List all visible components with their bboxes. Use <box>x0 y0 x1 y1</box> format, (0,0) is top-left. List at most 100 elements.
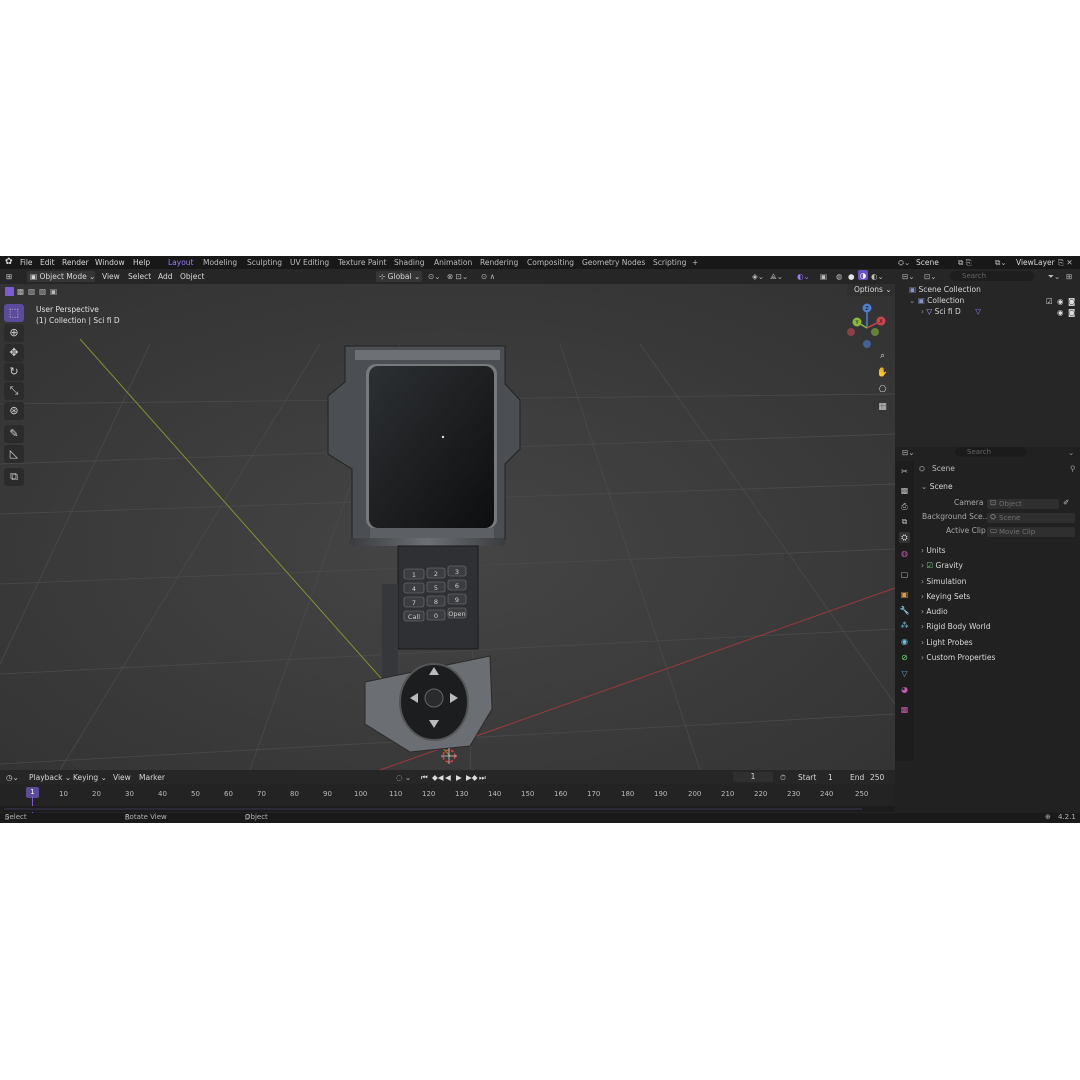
menu-file[interactable]: File <box>20 258 33 267</box>
transform-tool[interactable]: ⊛ <box>4 402 24 420</box>
gizmo-toggle-icon[interactable]: ⟁⌄ <box>770 271 783 282</box>
menu-window[interactable]: Window <box>95 258 125 267</box>
viewlayer-icon[interactable]: ⧉⌄ <box>995 257 1007 268</box>
constraints-tab-icon[interactable]: ⊘ <box>899 652 910 663</box>
tab-geometry-nodes[interactable]: Geometry Nodes <box>582 258 645 267</box>
collection-visibility-icon[interactable]: ◉ <box>1057 296 1064 307</box>
viewlayer-selector[interactable]: ViewLayer <box>1016 257 1055 268</box>
pin-icon[interactable]: ⚲ <box>1070 463 1076 474</box>
perspective-grid-icon[interactable]: ▦ <box>876 401 889 414</box>
navigation-gizmo[interactable]: Z Y X <box>843 302 891 350</box>
panel-light-probes[interactable]: › Light Probes <box>921 638 973 647</box>
annotate-tool[interactable]: ✎ <box>4 425 24 443</box>
xray-icon[interactable]: ▣ <box>820 271 827 282</box>
header-menu-select[interactable]: Select <box>128 271 151 282</box>
timeline-track[interactable] <box>0 806 895 812</box>
panel-keying-sets[interactable]: › Keying Sets <box>921 592 970 601</box>
scene-pin-icon[interactable]: ⧉ ⎘ <box>958 257 972 268</box>
timeline-menu-marker[interactable]: Marker <box>139 772 165 783</box>
tab-animation[interactable]: Animation <box>434 258 472 267</box>
expand-arrow-icon[interactable]: ⌄ <box>909 296 915 305</box>
solid-shading-icon[interactable]: ● <box>848 271 855 282</box>
zoom-icon[interactable]: ⌕ <box>876 350 889 363</box>
panel-audio[interactable]: › Audio <box>921 607 948 616</box>
orientation-dropdown[interactable]: ⊹ Global ⌄ <box>376 271 422 282</box>
header-menu-add[interactable]: Add <box>158 271 173 282</box>
panel-units[interactable]: › Units <box>921 546 946 555</box>
properties-editor-icon[interactable]: ⊟⌄ <box>902 447 915 458</box>
select-invert-icon[interactable]: ▨ <box>39 287 46 296</box>
jump-keyframe-forward-icon[interactable]: ▶◆ <box>466 772 478 783</box>
collection-render-icon[interactable]: ◙ <box>1068 296 1075 307</box>
active-clip-field[interactable]: Movie Clip <box>987 527 1075 537</box>
modifier-tab-icon[interactable]: 🔧 <box>899 605 910 616</box>
panel-simulation[interactable]: › Simulation <box>921 577 966 586</box>
select-intersect-icon[interactable]: ▣ <box>50 287 57 296</box>
background-scene-field[interactable]: Scene <box>987 513 1075 523</box>
play-icon[interactable]: ▶ <box>456 772 462 783</box>
tab-compositing[interactable]: Compositing <box>527 258 574 267</box>
particles-tab-icon[interactable]: ⁂ <box>899 620 910 631</box>
scene-selector[interactable]: Scene <box>916 257 939 268</box>
camera-field[interactable]: Object <box>987 499 1059 509</box>
menu-render[interactable]: Render <box>62 258 89 267</box>
object-tab-icon[interactable]: ▣ <box>899 589 910 600</box>
properties-search-input[interactable]: Search <box>955 447 1027 457</box>
select-box-tool[interactable]: ⬚ <box>4 304 24 322</box>
pivot-icon[interactable]: ⊙⌄ <box>428 271 441 282</box>
header-menu-view[interactable]: View <box>102 271 120 282</box>
camera-view-icon[interactable]: ⎔ <box>876 384 889 397</box>
wireframe-shading-icon[interactable]: ◍ <box>836 271 843 282</box>
timeline-editor-type-icon[interactable]: ◷⌄ <box>6 772 19 783</box>
jump-start-icon[interactable]: ⏮ <box>421 772 428 783</box>
outliner-search-input[interactable]: Search <box>950 271 1034 281</box>
panel-gravity[interactable]: › ☑ Gravity <box>921 561 963 570</box>
physics-tab-icon[interactable]: ◉ <box>899 636 910 647</box>
blender-logo-icon[interactable]: ✿ <box>5 257 13 267</box>
timeline-menu-playback[interactable]: Playback ⌄ <box>29 772 71 783</box>
visibility-icon[interactable]: ◈⌄ <box>752 271 764 282</box>
scene-icon[interactable]: ⛭⌄ <box>898 257 910 268</box>
rendered-shading-icon[interactable]: ◐⌄ <box>871 271 884 282</box>
options-dropdown[interactable]: Options ⌄ <box>847 284 895 296</box>
jump-end-icon[interactable]: ⏭ <box>479 772 486 783</box>
timeline-menu-keying[interactable]: Keying ⌄ <box>73 772 107 783</box>
proportional-edit-icon[interactable]: ⊙ ∧ <box>481 271 495 282</box>
outliner-filter-icon[interactable]: ⏷⌄ <box>1048 271 1060 282</box>
measure-tool[interactable]: ◺ <box>4 445 24 463</box>
rotate-tool[interactable]: ↻ <box>4 363 24 381</box>
outliner-display-mode-icon[interactable]: ⊡⌄ <box>924 271 937 282</box>
tab-texture-paint[interactable]: Texture Paint <box>338 258 386 267</box>
current-frame-field[interactable]: 1 <box>733 772 773 782</box>
editor-type-icon[interactable]: ⊞ <box>6 271 12 282</box>
cursor-tool[interactable]: ⊕ <box>4 324 24 342</box>
add-workspace-button[interactable]: + <box>692 258 698 267</box>
pan-hand-icon[interactable]: ✋ <box>876 367 889 380</box>
timeline-menu-view[interactable]: View <box>113 772 131 783</box>
frame-ruler[interactable]: 1 10 20 30 40 50 60 70 80 90 100 110 120… <box>0 784 895 802</box>
gravity-checkbox-icon[interactable]: ☑ <box>926 561 933 570</box>
scene-panel-header[interactable]: ⌄ Scene <box>921 482 953 491</box>
tab-shading[interactable]: Shading <box>394 258 424 267</box>
outliner-editor-icon[interactable]: ⊟⌄ <box>902 271 915 282</box>
outliner-row-object[interactable]: › ▽ Sci fi D ▽ <box>921 306 981 317</box>
panel-rigid-body-world[interactable]: › Rigid Body World <box>921 622 991 631</box>
tab-rendering[interactable]: Rendering <box>480 258 518 267</box>
tab-layout[interactable]: Layout <box>168 258 194 267</box>
new-collection-icon[interactable]: ⊞ <box>1066 271 1072 282</box>
collection-checkbox-icon[interactable]: ☑ <box>1046 296 1053 307</box>
snap-icon[interactable]: ⊗ ⊡⌄ <box>447 271 468 282</box>
tab-modeling[interactable]: Modeling <box>203 258 237 267</box>
tab-sculpting[interactable]: Sculpting <box>247 258 282 267</box>
play-reverse-icon[interactable]: ◀ <box>445 772 451 783</box>
data-tab-icon[interactable]: ▽ <box>899 668 910 679</box>
tab-uv-editing[interactable]: UV Editing <box>290 258 329 267</box>
scene-tab-icon[interactable]: ⛭ <box>899 532 910 543</box>
end-frame-field[interactable]: 250 <box>870 772 884 783</box>
mode-dropdown[interactable]: ▣ Object Mode ⌄ <box>27 271 95 282</box>
view-layer-tab-icon[interactable]: ⧉ <box>899 516 910 527</box>
tab-scripting[interactable]: Scripting <box>653 258 686 267</box>
panel-custom-properties[interactable]: › Custom Properties <box>921 653 995 662</box>
stopwatch-icon[interactable]: ⏱ <box>780 772 786 783</box>
start-frame-field[interactable]: 1 <box>828 772 833 783</box>
